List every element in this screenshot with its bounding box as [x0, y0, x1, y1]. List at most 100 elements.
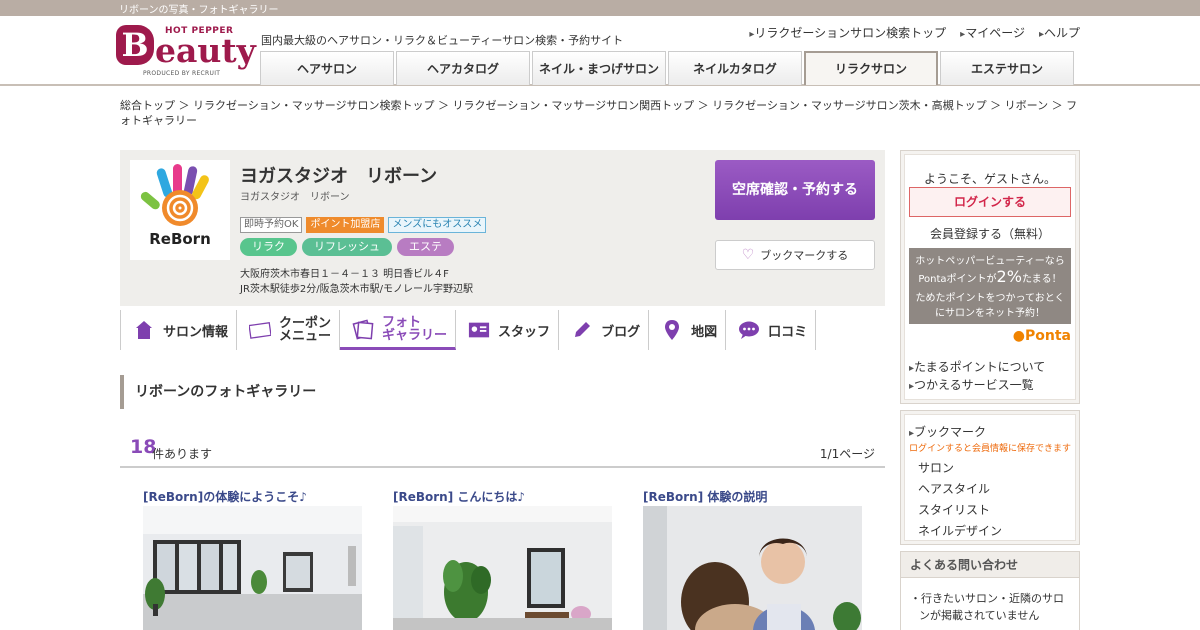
- site-header: B HOT PEPPER eauty PRODUCED BY RECRUIT 国…: [0, 16, 1200, 86]
- top-strip: リボーンの写真・フォトギャラリー: [0, 0, 1200, 16]
- logo-letter: B: [116, 25, 154, 65]
- gnav-hair-salon[interactable]: ヘアサロン: [260, 51, 394, 85]
- access-line: JR茨木駅徒歩2分/阪急茨木市駅/モノレール宇野辺駅: [240, 284, 473, 295]
- address-line: 大阪府茨木市春日１－４－１３ 明日香ビル４F: [240, 269, 449, 280]
- ponta-logo-text: Ponta: [1025, 328, 1071, 344]
- faq-title: よくある問い合わせ: [901, 552, 1079, 578]
- tab-coupon-label-2: メニュー: [279, 329, 332, 344]
- photo-caption[interactable]: [ReBorn] 体験の説明: [643, 488, 862, 506]
- salon-category-badges: リラク リフレッシュ エステ: [240, 238, 454, 256]
- pencil-icon: [571, 319, 593, 341]
- bookmark-salon[interactable]: サロン: [918, 459, 954, 476]
- faq-question[interactable]: ・行きたいサロン・近隣のサロンが掲載されていません: [901, 578, 1079, 624]
- photo-caption[interactable]: [ReBorn]の体験にようこそ♪: [143, 488, 362, 506]
- category-relax: リラク: [240, 238, 297, 256]
- gnav-hair-catalog[interactable]: ヘアカタログ: [396, 51, 530, 85]
- ponta-percent: 2%: [996, 267, 1022, 286]
- badge-men-recommended: メンズにもオススメ: [388, 217, 487, 233]
- result-count-unit: 件あります: [152, 447, 213, 461]
- site-tagline: 国内最大級のヘアサロン・リラク＆ビューティーサロン検索・予約サイト: [261, 34, 624, 47]
- photo-stack-icon: [352, 318, 374, 340]
- salon-logo: ReBorn: [130, 160, 230, 260]
- gnav-esthe-salon[interactable]: エステサロン: [940, 51, 1074, 85]
- photo-studio-room[interactable]: [143, 506, 362, 630]
- ponta-promo-line2b: たまる！: [1021, 274, 1062, 285]
- tab-photo-gallery[interactable]: フォト ギャラリー: [340, 310, 457, 350]
- reserve-button[interactable]: 空席確認・予約する: [715, 160, 875, 220]
- tab-salon-info[interactable]: サロン情報: [120, 310, 238, 350]
- salon-name-kana: ヨガスタジオ リボーン: [240, 192, 350, 203]
- category-refresh: リフレッシュ: [302, 238, 392, 256]
- ponta-promo[interactable]: ホットペッパービューティーなら Pontaポイントが2%たまる！ ためたポイント…: [909, 248, 1071, 324]
- link-mypage[interactable]: マイページ: [960, 24, 1025, 41]
- category-esthe: エステ: [397, 238, 454, 256]
- page-heading-strip: リボーンの写真・フォトギャラリー: [119, 5, 279, 16]
- photo-caption[interactable]: [ReBorn] こんにちは♪: [393, 488, 612, 506]
- register-link[interactable]: 会員登録する（無料）: [905, 225, 1075, 242]
- ponta-promo-line2a: Pontaポイントが: [918, 274, 997, 285]
- tab-blog[interactable]: ブログ: [559, 310, 650, 350]
- link-relax-search-top[interactable]: リラクゼーションサロン検索トップ: [749, 24, 946, 41]
- page-indicator: 1/1ページ: [819, 447, 875, 461]
- gnav-nail-eyelash-salon[interactable]: ネイル・まつげサロン: [532, 51, 666, 85]
- tab-reviews-label: 口コミ: [768, 324, 808, 340]
- header-links: リラクゼーションサロン検索トップ マイページ ヘルプ: [749, 24, 1080, 41]
- salon-address: 大阪府茨木市春日１－４－１３ 明日香ビル４F JR茨木駅徒歩2分/阪急茨木市駅/…: [240, 267, 473, 297]
- ponta-promo-line2: Pontaポイントが2%たまる！: [909, 269, 1071, 287]
- link-help[interactable]: ヘルプ: [1039, 24, 1080, 41]
- tab-staff[interactable]: スタッフ: [456, 310, 560, 350]
- photo-instructor[interactable]: [643, 506, 862, 630]
- bookmark-button-label: ブックマークする: [760, 249, 849, 262]
- salon-tabs: サロン情報 クーポン メニュー フォト ギャラリー スタッフ ブログ 地図 口コミ: [120, 310, 817, 350]
- tab-map-label: 地図: [691, 324, 718, 340]
- logo-beauty: eauty: [155, 31, 256, 70]
- salon-header-box: ReBorn ヨガスタジオ リボーン ヨガスタジオ リボーン 即時予約OK ポイ…: [120, 150, 885, 306]
- heart-icon: ♡: [741, 247, 755, 263]
- tab-photo-label: フォト ギャラリー: [382, 316, 447, 342]
- map-pin-icon: [661, 319, 683, 341]
- logo-produced-by: PRODUCED BY RECRUIT: [143, 70, 221, 77]
- bookmark-hairstyle[interactable]: ヘアスタイル: [918, 480, 990, 497]
- photo-room-plant[interactable]: [393, 506, 612, 630]
- sidebar: ようこそ、ゲストさん。 ログインする 会員登録する（無料） ホットペッパービュー…: [900, 150, 1080, 630]
- faq-box: よくある問い合わせ ・行きたいサロン・近隣のサロンが掲載されていません: [900, 551, 1080, 630]
- section-title: リボーンのフォトギャラリー: [120, 375, 885, 409]
- link-services-list[interactable]: つかえるサービス一覧: [909, 376, 1034, 393]
- hotpepper-beauty-logo[interactable]: B HOT PEPPER eauty PRODUCED BY RECRUIT: [115, 24, 256, 82]
- salon-feature-badges: 即時予約OK ポイント加盟店 メンズにもオススメ: [240, 217, 487, 233]
- gallery-item[interactable]: [ReBorn] こんにちは♪: [393, 488, 612, 630]
- ponta-logo: ●Ponta: [1013, 328, 1071, 344]
- bookmark-stylist[interactable]: スタイリスト: [918, 501, 990, 518]
- tab-staff-label: スタッフ: [498, 324, 551, 340]
- ponta-promo-line4: にサロンをネット予約！: [935, 308, 1045, 319]
- id-card-icon: [468, 319, 490, 341]
- welcome-box: ようこそ、ゲストさん。 ログインする 会員登録する（無料） ホットペッパービュー…: [900, 150, 1080, 404]
- badge-point-member: ポイント加盟店: [306, 217, 385, 233]
- ponta-mascot-icon: ●: [1012, 328, 1025, 344]
- bookmark-title[interactable]: ブックマーク: [909, 423, 986, 440]
- gallery-item[interactable]: [ReBorn]の体験にようこそ♪: [143, 488, 362, 630]
- gnav-nail-catalog[interactable]: ネイルカタログ: [668, 51, 802, 85]
- gnav-relax-salon[interactable]: リラクサロン: [804, 51, 938, 85]
- link-points-about[interactable]: たまるポイントについて: [909, 358, 1045, 375]
- house-icon: [133, 319, 155, 341]
- gallery-item[interactable]: [ReBorn] 体験の説明: [643, 488, 862, 630]
- bookmark-button[interactable]: ♡ ブックマークする: [715, 240, 875, 270]
- badge-instant-booking: 即時予約OK: [240, 217, 303, 233]
- tab-reviews[interactable]: 口コミ: [726, 310, 817, 350]
- bookmark-nail-design[interactable]: ネイルデザイン: [918, 522, 1002, 539]
- ponta-promo-line1: ホットペッパービューティーなら: [915, 256, 1065, 267]
- salon-logo-text: ReBorn: [149, 230, 211, 248]
- tab-map[interactable]: 地図: [649, 310, 727, 350]
- tab-coupon-menu[interactable]: クーポン メニュー: [237, 310, 341, 350]
- salon-name: ヨガスタジオ リボーン: [240, 166, 438, 187]
- login-button[interactable]: ログインする: [909, 187, 1071, 217]
- ponta-promo-line3: ためたポイントをつかっておとく: [915, 293, 1065, 304]
- bookmark-note: ログインすると会員情報に保存できます: [909, 444, 1072, 454]
- welcome-text: ようこそ、ゲストさん。: [923, 172, 1056, 186]
- tab-photo-label-2: ギャラリー: [382, 327, 448, 343]
- global-nav: ヘアサロン ヘアカタログ ネイル・まつげサロン ネイルカタログ リラクサロン エ…: [260, 51, 1074, 85]
- tab-salon-info-label: サロン情報: [163, 324, 229, 340]
- breadcrumb[interactable]: 総合トップ ＞ リラクゼーション・マッサージサロン検索トップ ＞ リラクゼーショ…: [120, 98, 1085, 128]
- ticket-icon: [249, 319, 272, 341]
